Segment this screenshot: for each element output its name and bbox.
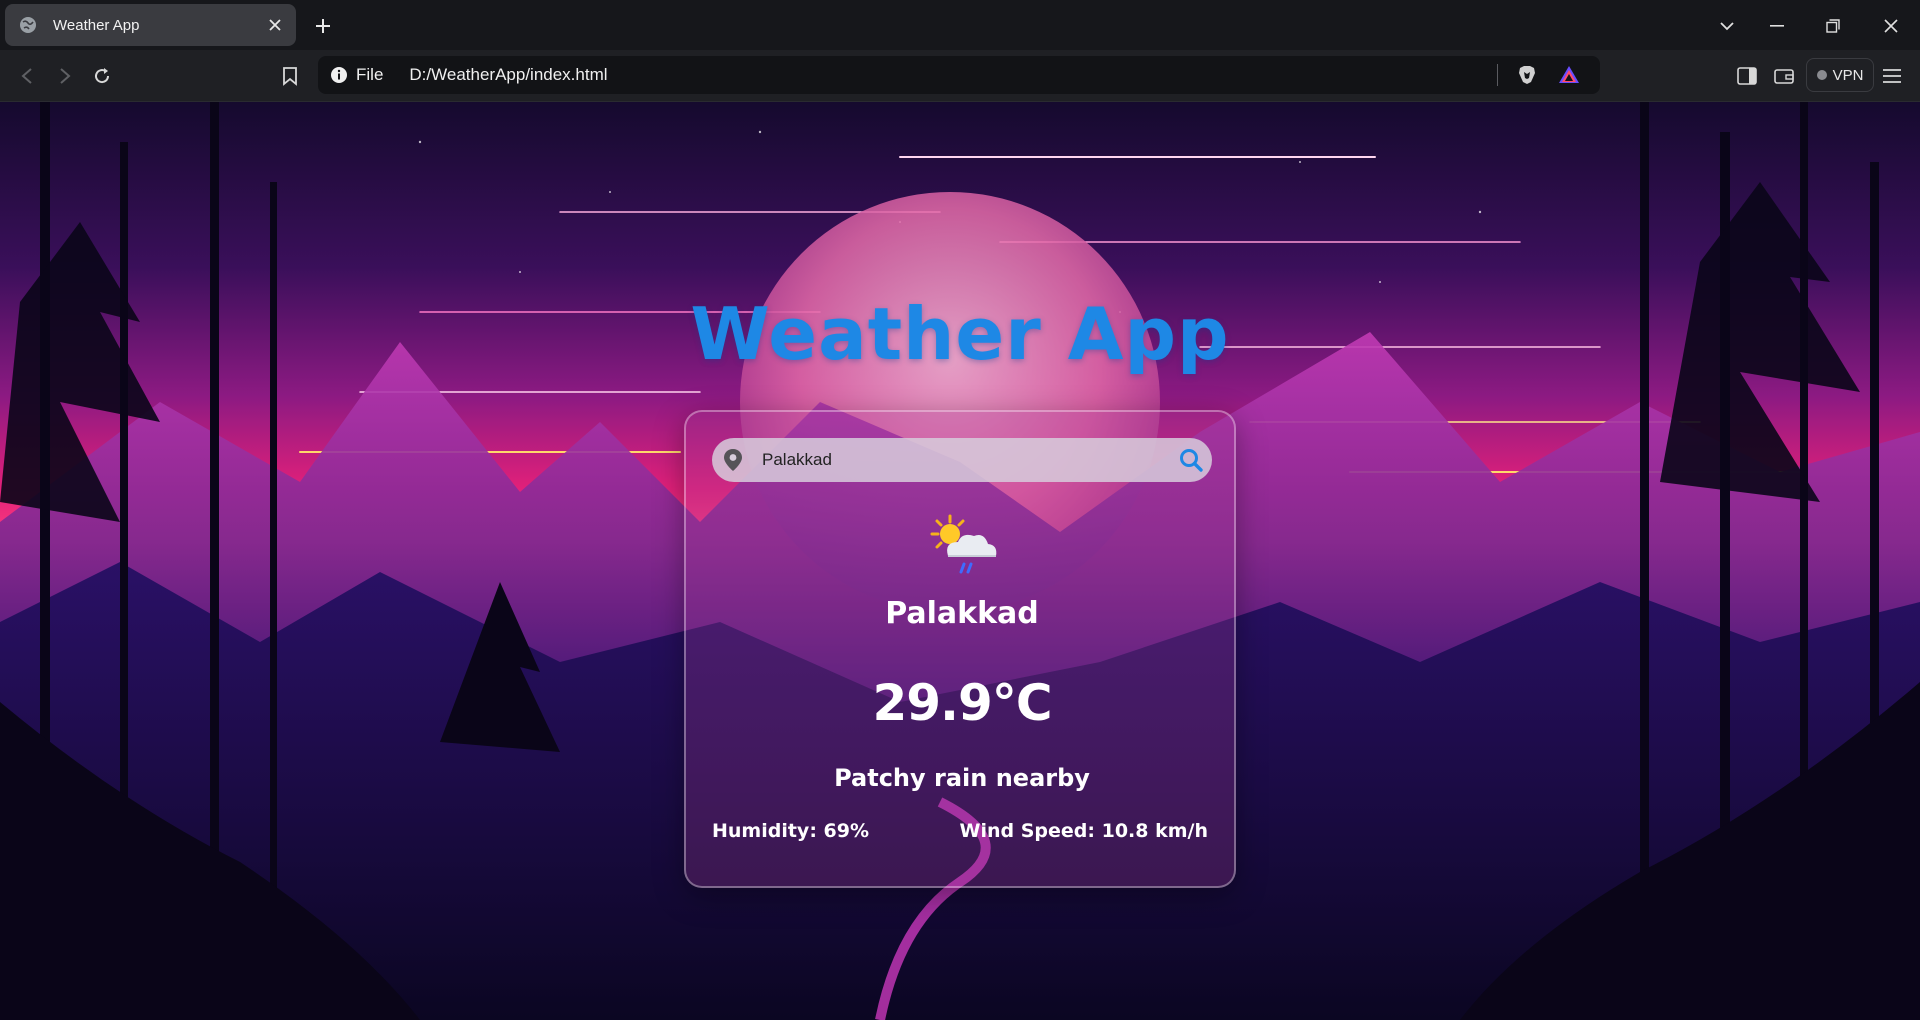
sidebar-toggle-icon[interactable] <box>1734 63 1760 89</box>
tab-list-chevron-icon[interactable] <box>1713 12 1741 40</box>
restore-window-icon[interactable] <box>1819 12 1847 40</box>
bookmark-icon[interactable] <box>277 63 303 89</box>
new-tab-plus-icon[interactable] <box>310 13 336 39</box>
browser-tab-weather-app[interactable]: Weather App <box>5 4 296 46</box>
forward-arrow-icon[interactable] <box>52 63 78 89</box>
temperature: 29.9°C <box>872 674 1052 732</box>
tab-title: Weather App <box>53 16 140 34</box>
vpn-status-dot <box>1816 70 1827 80</box>
browser-tab-strip: Weather App <box>0 0 1920 50</box>
humidity-readout: Humidity: 69% <box>712 820 870 842</box>
wallet-icon[interactable] <box>1771 63 1797 89</box>
close-tab-icon[interactable] <box>264 14 286 36</box>
sun-behind-rain-cloud-icon <box>930 514 997 574</box>
minimize-window-icon[interactable] <box>1763 12 1791 40</box>
brave-rewards-icon[interactable] <box>1558 64 1580 86</box>
location-pin-icon <box>724 449 742 471</box>
vpn-label: VPN <box>1832 66 1864 84</box>
page-viewport: Weather App Palakkad Palakkad 29.9°C Pat… <box>0 102 1920 1020</box>
brave-shields-icon[interactable] <box>1516 64 1538 86</box>
vpn-button[interactable]: VPN <box>1806 58 1874 92</box>
app-title: Weather App <box>690 292 1230 376</box>
close-window-icon[interactable] <box>1877 12 1905 40</box>
weather-card: Palakkad 29.9°C Patchy rain nearby Humid… <box>684 410 1236 888</box>
globe-icon <box>20 17 36 33</box>
city-search-bar <box>712 438 1212 482</box>
address-scheme-label: File <box>356 65 384 84</box>
address-bar[interactable]: File D:/WeatherApp/index.html <box>318 56 1600 94</box>
address-divider <box>1497 64 1498 86</box>
reload-icon[interactable] <box>89 63 115 89</box>
wind-speed-readout: Wind Speed: 10.8 km/h <box>959 820 1208 842</box>
browser-toolbar: File D:/WeatherApp/index.html VPN <box>0 50 1920 102</box>
site-info-icon[interactable] <box>330 66 348 84</box>
search-icon[interactable] <box>1178 447 1204 473</box>
city-name: Palakkad <box>885 596 1039 631</box>
back-arrow-icon[interactable] <box>14 63 40 89</box>
address-url[interactable]: D:/WeatherApp/index.html <box>409 65 1497 85</box>
weather-condition: Patchy rain nearby <box>834 764 1090 792</box>
city-search-input[interactable] <box>762 440 1178 480</box>
hamburger-menu-icon[interactable] <box>1879 63 1905 89</box>
